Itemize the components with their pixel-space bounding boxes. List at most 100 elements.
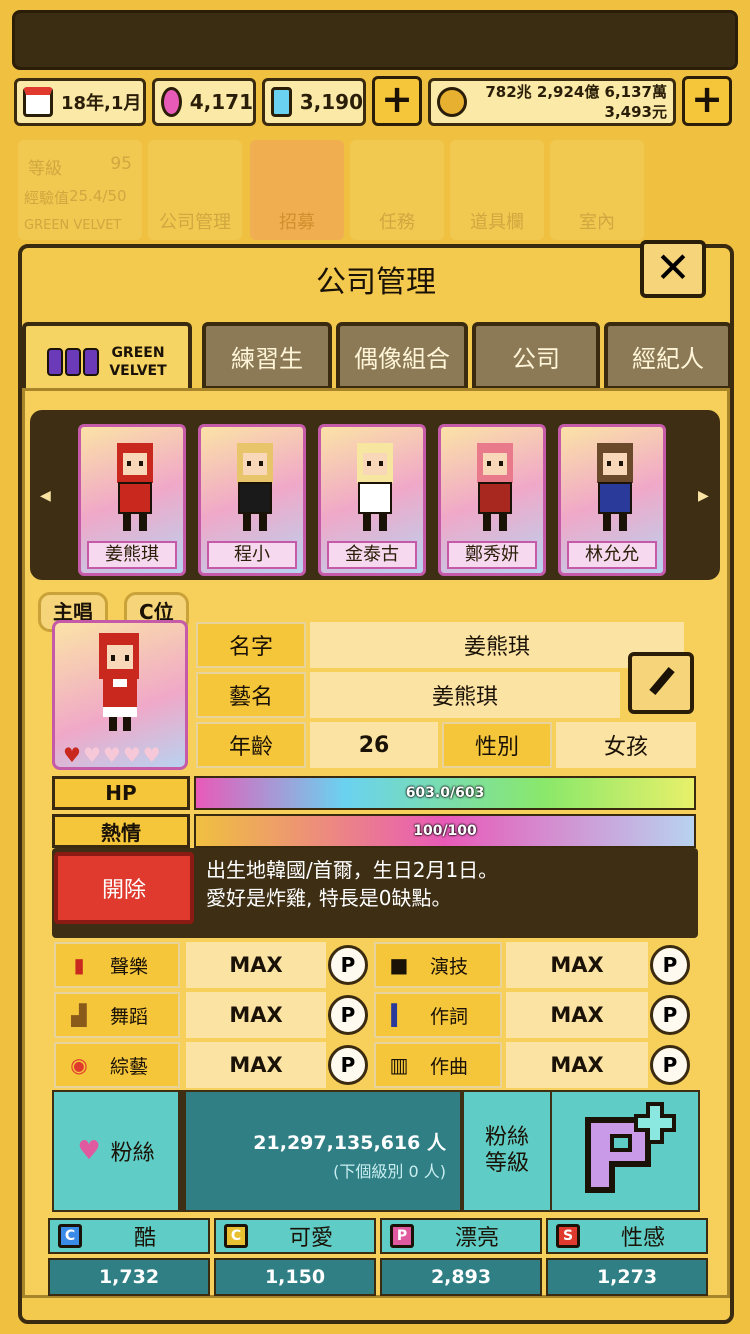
hp-bar: 603.0/603 [194, 776, 696, 810]
skill-value: MAX [506, 1042, 648, 1088]
heart-icon: ♥ [142, 743, 161, 767]
fans-next-level: (下個級別 0 人) [333, 1162, 446, 1181]
fire-button[interactable]: 開除 [54, 852, 194, 924]
member-sprite [597, 443, 633, 531]
menu-bg-label: 道具欄 [470, 212, 524, 233]
exp-label: 經驗值 [24, 189, 70, 207]
roster-card[interactable]: 林允允 [558, 424, 666, 576]
pen-icon: ▍ [391, 1003, 407, 1027]
gender-value: 女孩 [556, 722, 696, 768]
attribute-icon: C [224, 1224, 248, 1248]
attribute-header: P 漂亮 [380, 1218, 542, 1254]
heart-icon: ♥ [77, 1136, 101, 1166]
skill-label-cell: ■ 演技 [374, 942, 502, 988]
skill-label-cell: ▥ 作曲 [374, 1042, 502, 1088]
shoe-icon: ▟ [71, 1003, 87, 1027]
date-text: 18年,1月 [61, 93, 142, 114]
roster-left-arrow[interactable]: ◀ [40, 488, 51, 504]
hp-value: 603.0/603 [405, 785, 485, 801]
attribute-label: 漂亮 [454, 1226, 499, 1251]
roster-card-name: 鄭秀妍 [447, 541, 537, 569]
skill-value: MAX [186, 942, 326, 988]
roster-card[interactable]: 金泰古 [318, 424, 426, 576]
roster-card-name: 程小 [207, 541, 297, 569]
attribute-label: 可愛 [288, 1226, 333, 1251]
buy-money-button[interactable]: + [682, 76, 732, 126]
skill-label: 聲樂 [110, 955, 149, 978]
affection-hearts: ♥ ♥ ♥ ♥ ♥ [63, 743, 161, 767]
stage-name-label: 藝名 [196, 672, 306, 718]
tab-label: 經紀人 [632, 344, 704, 373]
dialog-title: 公司管理 [316, 265, 436, 300]
hp-label: HP [52, 776, 190, 810]
piano-icon: ▥ [389, 1053, 409, 1077]
roster-card[interactable]: 程小 [198, 424, 306, 576]
close-icon: ✕ [655, 243, 691, 292]
edit-name-button[interactable] [628, 652, 694, 714]
member-sprite [237, 443, 273, 531]
age-value: 26 [310, 722, 438, 768]
skill-upgrade-button[interactable]: P [650, 1045, 690, 1085]
menu-bg-tasks: 任務 [350, 140, 444, 240]
group-name-bg: GREEN VELVET [24, 218, 122, 233]
menu-bg-label: 任務 [379, 212, 415, 233]
skill-upgrade-button[interactable]: P [328, 945, 368, 985]
skill-upgrade-button[interactable]: P [328, 1045, 368, 1085]
tab-label: 公司 [512, 344, 560, 373]
roster-card[interactable]: 姜熊琪 [78, 424, 186, 576]
tab-idol-group[interactable]: 偶像組合 [336, 322, 468, 390]
pencil-icon [649, 666, 675, 696]
blue-gem-count: 3,190 [299, 90, 363, 114]
skill-upgrade-button[interactable]: P [650, 945, 690, 985]
camera-icon: ■ [389, 953, 409, 977]
money-line-2: 3,493元 [604, 103, 667, 121]
fans-level-badge [552, 1092, 698, 1210]
skill-label-cell: ▮ 聲樂 [54, 942, 180, 988]
pink-gem-icon [161, 87, 182, 117]
heart-icon: ♥ [63, 743, 81, 767]
attribute-header: S 性感 [546, 1218, 708, 1254]
heart-icon: ♥ [122, 743, 141, 767]
date-display: 18年,1月 [14, 78, 146, 126]
skill-value: MAX [506, 942, 648, 988]
close-button[interactable]: ✕ [640, 240, 706, 298]
attribute-value: 1,150 [214, 1258, 376, 1296]
tab-group[interactable]: GREEN VELVET [22, 322, 192, 398]
member-description: 出生地韓國/首爾，生日2月1日。 愛好是炸雞, 特長是0缺點。 [206, 856, 686, 912]
passion-value: 100/100 [413, 823, 477, 839]
fans-level-line-1: 粉絲 [484, 1125, 529, 1150]
heart-icon: ♥ [82, 743, 101, 767]
name-label: 名字 [196, 622, 306, 668]
menu-bg-label: 室內 [579, 212, 615, 233]
attribute-value: 1,732 [48, 1258, 210, 1296]
skill-label-cell: ▍ 作詞 [374, 992, 502, 1038]
exp-value: 25.4/50 [69, 187, 127, 205]
menu-bg-label: 公司管理 [159, 212, 231, 233]
tab-company[interactable]: 公司 [472, 322, 600, 390]
skill-label: 舞蹈 [110, 1005, 149, 1028]
skill-upgrade-button[interactable]: P [328, 995, 368, 1035]
roster-card-name: 姜熊琪 [87, 541, 177, 569]
tab-trainee[interactable]: 練習生 [202, 322, 332, 390]
top-bar [12, 10, 738, 70]
money-display: 782兆 2,924億 6,137萬 3,493元 [428, 78, 676, 126]
member-portrait: ♥ ♥ ♥ ♥ ♥ [52, 620, 188, 770]
tab-manager[interactable]: 經紀人 [604, 322, 732, 390]
fans-count-cell: 21,297,135,616 人 (下個級別 0 人) [186, 1092, 460, 1210]
roster-card[interactable]: 鄭秀妍 [438, 424, 546, 576]
menu-bg-company: 公司管理 [148, 140, 242, 240]
menu-bg-interior: 室內 [550, 140, 644, 240]
skill-upgrade-button[interactable]: P [650, 995, 690, 1035]
group-members-icon [47, 348, 100, 376]
member-sprite [117, 443, 153, 531]
stage-name-value: 姜熊琪 [310, 672, 620, 718]
heart-icon: ♥ [102, 743, 121, 767]
blue-gem-display: 3,190 [262, 78, 366, 126]
skill-label: 演技 [430, 955, 469, 978]
roster-card-name: 金泰古 [327, 541, 417, 569]
buy-gems-button[interactable]: + [372, 76, 422, 126]
attribute-label: 酷 [133, 1226, 156, 1251]
skill-value: MAX [186, 1042, 326, 1088]
roster-right-arrow[interactable]: ▶ [698, 488, 709, 504]
tab-group-name-2: VELVET [109, 363, 167, 379]
